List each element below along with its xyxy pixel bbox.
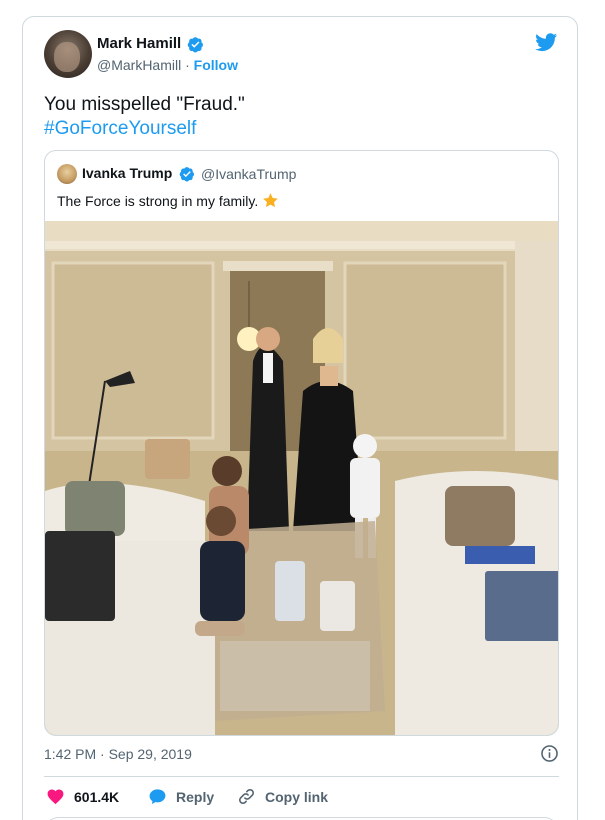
quoted-author-handle: @IvankaTrump — [201, 166, 297, 182]
author-name[interactable]: Mark Hamill — [97, 35, 181, 52]
twitter-bird-icon[interactable] — [534, 31, 559, 53]
quoted-tweet-body: The Force is strong in my family. — [57, 193, 259, 209]
heart-icon — [47, 789, 64, 805]
tweet-body: You misspelled "Fraud." — [44, 94, 245, 115]
reply-bubble-icon — [149, 789, 166, 805]
like-button[interactable]: 601.4K — [46, 787, 119, 806]
quoted-tweet-text: The Force is strong in my family. — [57, 192, 279, 209]
divider — [44, 776, 559, 777]
quoted-author-name: Ivanka Trump — [82, 165, 173, 181]
verified-badge-icon — [179, 167, 194, 182]
link-icon — [239, 789, 254, 804]
author-handle-row: @MarkHamill · Follow — [97, 57, 238, 73]
follow-button[interactable]: Follow — [194, 57, 238, 73]
handle-separator: · — [181, 57, 194, 73]
tweet-card: Mark Hamill @MarkHamill · Follow You mis… — [22, 16, 578, 820]
author-handle[interactable]: @MarkHamill — [97, 57, 181, 73]
tweet-timestamp[interactable]: 1:42 PM · Sep 29, 2019 — [44, 746, 192, 762]
quoted-author-avatar — [57, 164, 77, 184]
verified-badge-icon — [187, 37, 203, 53]
copy-link-label: Copy link — [265, 788, 329, 805]
author-avatar[interactable] — [44, 30, 92, 78]
quoted-tweet[interactable]: Ivanka Trump @IvankaTrump The Force is s… — [44, 150, 559, 736]
family-photo[interactable] — [45, 221, 559, 736]
like-count: 601.4K — [74, 788, 120, 805]
reply-label: Reply — [176, 788, 215, 805]
hashtag-link[interactable]: #GoForceYourself — [44, 117, 245, 141]
copy-link-button[interactable]: Copy link — [237, 787, 328, 806]
info-icon[interactable] — [540, 744, 559, 763]
reply-button[interactable]: Reply — [148, 787, 214, 806]
tweet-text: You misspelled "Fraud." #GoForceYourself — [44, 93, 245, 141]
star-emoji-icon — [263, 193, 279, 208]
